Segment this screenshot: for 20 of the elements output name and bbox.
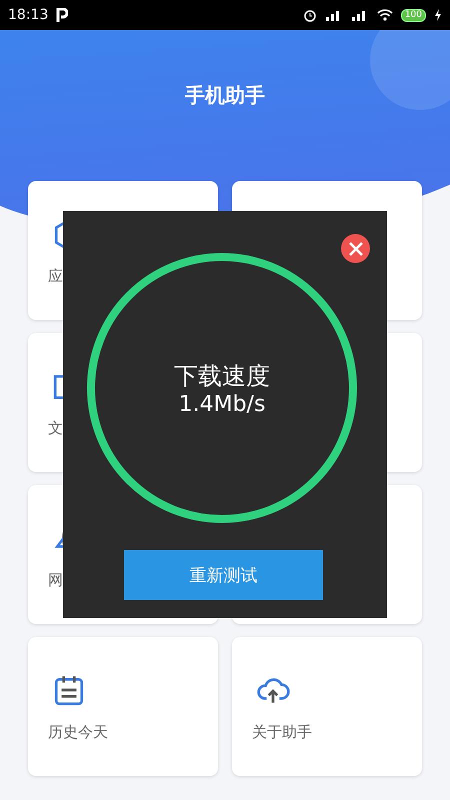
close-icon [348,242,362,256]
card-label: 网 [48,571,63,590]
card-label: 关于助手 [252,723,312,742]
alarm-icon [302,8,317,22]
card-label: 应 [48,267,63,286]
speed-label: 下载速度 [174,360,270,392]
calendar-icon [52,673,86,707]
card-label: 文 [48,419,63,438]
retest-button[interactable]: 重新测试 [124,550,323,600]
feature-card[interactable]: 关于助手 [232,637,422,776]
speed-value: 1.4Mb/s [178,392,266,416]
card-label: 历史今天 [48,723,108,742]
close-button[interactable] [341,234,370,263]
app-title: 手机助手 [185,82,265,109]
clock-time: 18:13 [8,7,48,23]
charging-icon [434,9,442,21]
battery-level: 100 [400,8,426,22]
feature-card[interactable]: 历史今天 [28,637,218,776]
wifi-icon [376,9,393,21]
notification-icon [56,8,68,22]
